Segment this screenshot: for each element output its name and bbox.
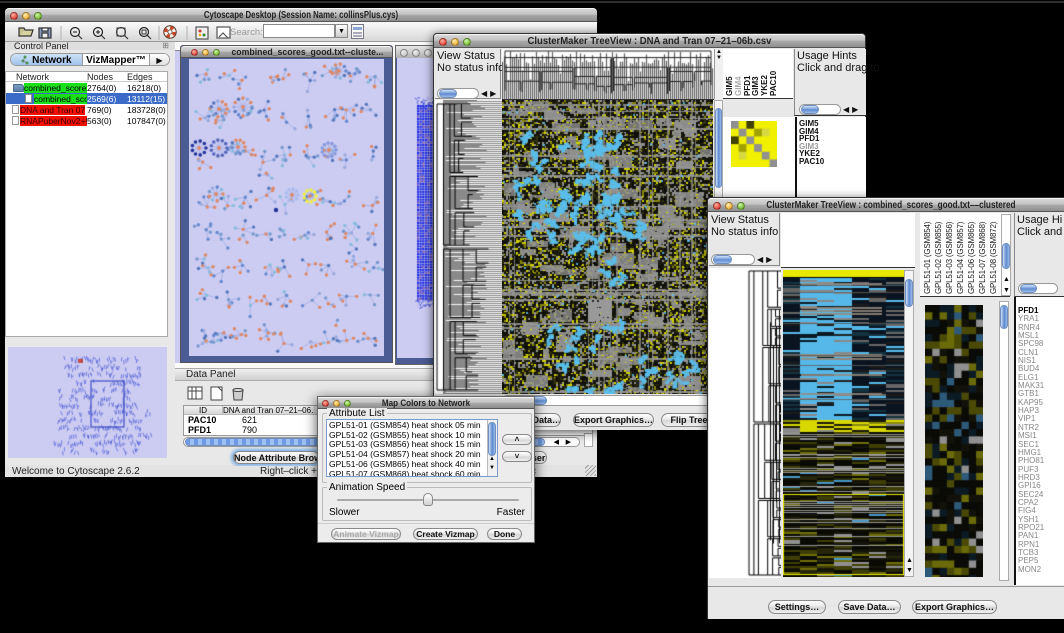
svg-text:Search:: Search:: [230, 27, 263, 38]
